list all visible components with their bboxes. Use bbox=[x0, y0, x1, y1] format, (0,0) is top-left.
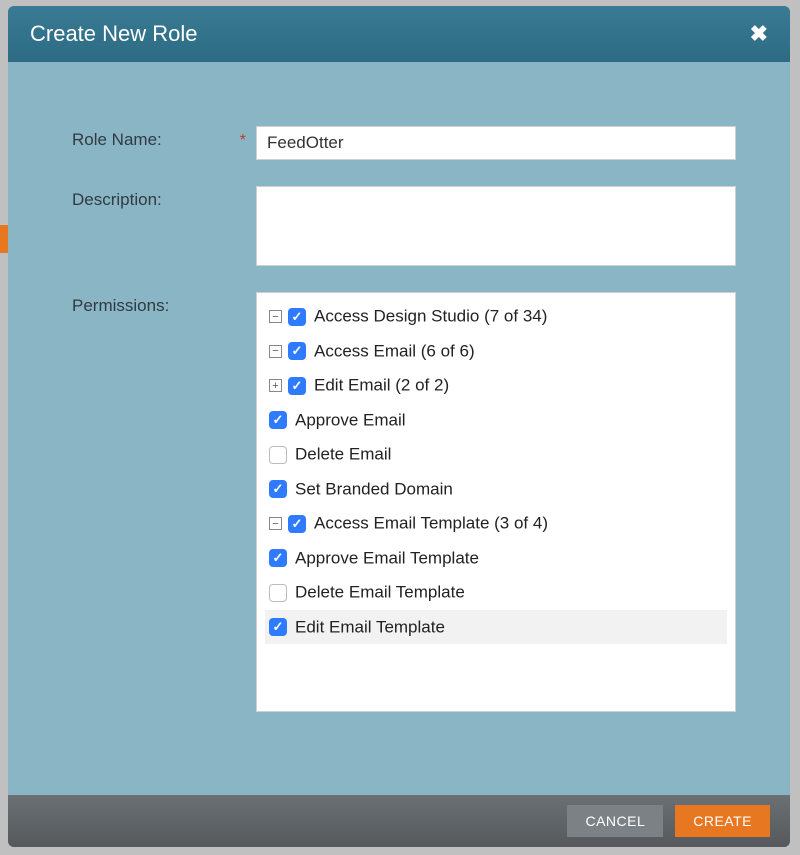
permission-checkbox[interactable]: ✓ bbox=[288, 308, 306, 326]
permission-label: Edit Email Template bbox=[295, 617, 445, 636]
permission-checkbox[interactable]: ✓ bbox=[269, 411, 287, 429]
permission-node: + ✓ Edit Email (2 of 2) bbox=[265, 368, 727, 403]
permission-node: ✓ Set Branded Domain bbox=[265, 472, 727, 507]
collapse-icon[interactable]: − bbox=[269, 345, 282, 358]
modal-body: Role Name: * Description: Permissions: −… bbox=[8, 62, 790, 795]
cancel-button[interactable]: CANCEL bbox=[567, 805, 663, 837]
role-name-input[interactable] bbox=[256, 126, 736, 160]
expand-icon[interactable]: + bbox=[269, 379, 282, 392]
permission-node: −✓ Access Email Template (3 of 4) bbox=[265, 506, 727, 541]
permission-node: −✓ Access Design Studio (7 of 34) bbox=[265, 299, 727, 334]
permission-node: ✓ Approve Email Template bbox=[265, 541, 727, 576]
permission-checkbox[interactable]: ✓ bbox=[288, 342, 306, 360]
permission-checkbox[interactable]: ✓ bbox=[269, 480, 287, 498]
permission-label: Approve Email Template bbox=[295, 548, 479, 567]
close-icon[interactable]: ✖ bbox=[750, 21, 768, 47]
permission-label: Edit Email (2 of 2) bbox=[314, 376, 449, 395]
description-row: Description: bbox=[72, 186, 736, 266]
permissions-label: Permissions: bbox=[72, 292, 232, 712]
create-role-modal: Create New Role ✖ Role Name: * Descripti… bbox=[8, 6, 790, 847]
permission-label: Approve Email bbox=[295, 410, 406, 429]
collapse-icon[interactable]: − bbox=[269, 517, 282, 530]
permission-node: ✓ Edit Email Template bbox=[265, 610, 727, 645]
permission-checkbox[interactable] bbox=[269, 446, 287, 464]
create-button[interactable]: CREATE bbox=[675, 805, 770, 837]
modal-header: Create New Role ✖ bbox=[8, 6, 790, 62]
permission-checkbox[interactable] bbox=[269, 584, 287, 602]
permission-checkbox[interactable]: ✓ bbox=[288, 515, 306, 533]
permission-checkbox[interactable]: ✓ bbox=[288, 377, 306, 395]
permission-label: Access Email (6 of 6) bbox=[314, 341, 475, 360]
required-asterisk-icon: * bbox=[232, 126, 246, 160]
modal-title: Create New Role bbox=[30, 21, 198, 47]
permission-label: Access Email Template (3 of 4) bbox=[314, 514, 548, 533]
permission-label: Delete Email Template bbox=[295, 583, 465, 602]
permissions-row: Permissions: −✓Access Design Studio (7 o… bbox=[72, 292, 736, 712]
role-name-row: Role Name: * bbox=[72, 126, 736, 160]
permissions-tree[interactable]: −✓Access Design Studio (7 of 34)−✓Access… bbox=[256, 292, 736, 712]
permission-checkbox[interactable]: ✓ bbox=[269, 549, 287, 567]
permission-node: Delete Email bbox=[265, 437, 727, 472]
permission-node: Delete Email Template bbox=[265, 575, 727, 610]
collapse-icon[interactable]: − bbox=[269, 310, 282, 323]
role-name-label: Role Name: bbox=[72, 126, 232, 160]
description-input[interactable] bbox=[256, 186, 736, 266]
description-label: Description: bbox=[72, 186, 232, 266]
permission-label: Delete Email bbox=[295, 445, 391, 464]
permission-node: ✓ Approve Email bbox=[265, 403, 727, 438]
permission-label: Set Branded Domain bbox=[295, 479, 453, 498]
modal-footer: CANCEL CREATE bbox=[8, 795, 790, 847]
permission-checkbox[interactable]: ✓ bbox=[269, 618, 287, 636]
permission-node: −✓ Access Email (6 of 6) bbox=[265, 334, 727, 369]
permission-label: Access Design Studio (7 of 34) bbox=[314, 307, 547, 326]
